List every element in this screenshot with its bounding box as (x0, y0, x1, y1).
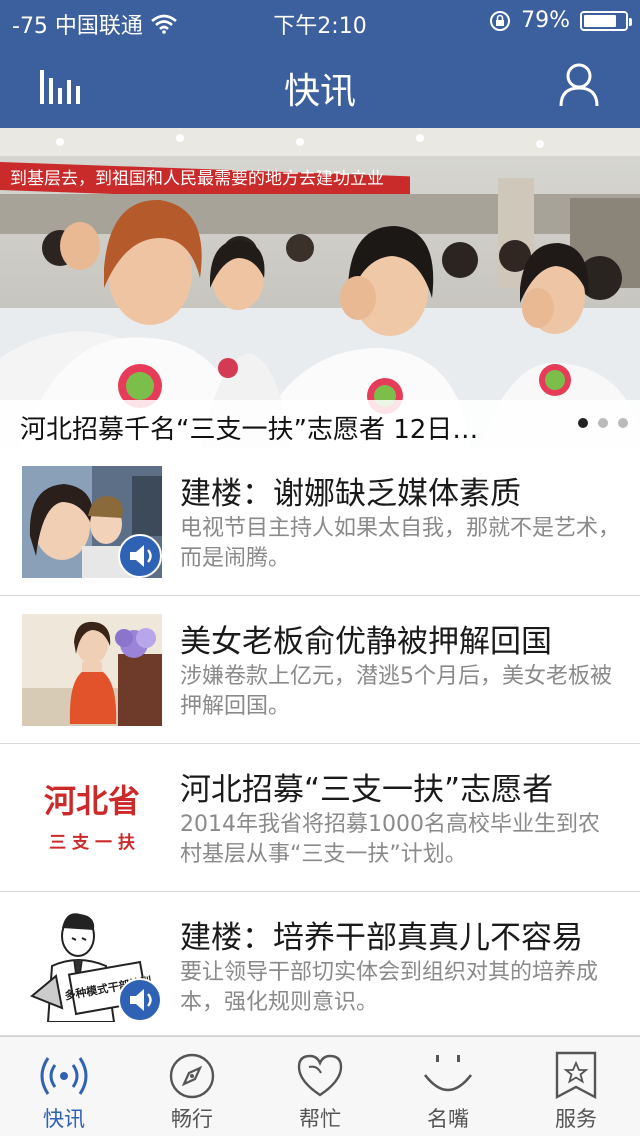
page-dot[interactable] (618, 418, 628, 428)
compass-icon (169, 1053, 215, 1099)
audio-badge[interactable] (118, 534, 162, 578)
tab-fuwu[interactable]: 服务 (512, 1037, 640, 1136)
page-dot[interactable] (578, 418, 588, 428)
news-item[interactable]: 建楼：谢娜缺乏媒体素质 电视节目主持人如果太自我，那就不是艺术，而是闹腾。 (0, 448, 640, 596)
banner-slogan: 到基层去，到祖国和人民最需要的地方去建功立业 (10, 169, 384, 189)
rotation-lock-icon (490, 10, 511, 31)
banner-caption[interactable]: 河北招募千名“三支一扶”志愿者 12日… (20, 409, 478, 446)
news-summary: 电视节目主持人如果太自我，那就不是艺术，而是闹腾。 (180, 516, 621, 571)
page-indicator (578, 418, 628, 428)
tab-kuaixun[interactable]: 快讯 (0, 1037, 128, 1136)
tab-label: 快讯 (43, 1107, 85, 1131)
audio-badge[interactable] (118, 978, 162, 1022)
tab-label: 名嘴 (427, 1107, 469, 1131)
star-bookmark-icon (555, 1051, 597, 1099)
news-title: 建楼：培养干部真真儿不容易 (180, 920, 583, 956)
news-summary: 涉嫌卷款上亿元，潜逃5个月后，美女老板被押解回国。 (180, 664, 612, 719)
tab-bangmang[interactable]: 帮忙 (256, 1037, 384, 1136)
news-thumbnail (22, 466, 162, 578)
news-summary: 要让领导干部切实体会到组织对其的培养成本，强化规则意识。 (180, 960, 599, 1015)
broadcast-icon (40, 1057, 88, 1095)
page-title: 快讯 (283, 71, 356, 112)
news-title: 美女老板俞优静被押解回国 (180, 624, 552, 660)
news-item[interactable]: 河北省 三 支 一 扶 河北招募“三支一扶”志愿者 2014年我省将招募1000… (0, 744, 640, 892)
heart-icon (297, 1054, 343, 1097)
battery-icon (580, 10, 632, 31)
news-list: 建楼：谢娜缺乏媒体素质 电视节目主持人如果太自我，那就不是艺术，而是闹腾。 美女… (0, 448, 640, 1036)
tab-label: 服务 (555, 1107, 597, 1131)
news-summary: 2014年我省将招募1000名高校毕业生到农村基层从事“三支一扶”计划。 (180, 812, 600, 867)
battery-percent: 79% (521, 8, 570, 33)
thumb-logo-subtext: 三 支 一 扶 (49, 832, 135, 853)
news-thumbnail: 多种模式干部培训 (22, 910, 162, 1022)
thumb-logo-text: 河北省 (44, 782, 140, 820)
tab-changxing[interactable]: 畅行 (128, 1037, 256, 1136)
news-thumbnail: 河北省 三 支 一 扶 (22, 762, 162, 874)
nav-bar: 快讯 (0, 40, 640, 128)
speaker-icon (130, 545, 152, 567)
banner-carousel[interactable]: 到基层去，到祖国和人民最需要的地方去建功立业 河北招募千名“三支一扶”志愿者 1… (0, 128, 640, 448)
news-thumbnail (22, 614, 162, 726)
news-item[interactable]: 美女老板俞优静被押解回国 涉嫌卷款上亿元，潜逃5个月后，美女老板被押解回国。 (0, 596, 640, 744)
page-dot[interactable] (598, 418, 608, 428)
news-item[interactable]: 多种模式干部培训 建楼：培养干部真真儿不容易 要让领导干部切实体会到组织对其的培… (0, 892, 640, 1036)
user-icon[interactable] (558, 62, 600, 108)
tab-bar: 快讯 畅行 帮忙 名嘴 服务 (0, 1036, 640, 1136)
tab-label: 畅行 (171, 1107, 213, 1131)
news-title: 河北招募“三支一扶”志愿者 (180, 772, 554, 808)
tab-mingzui[interactable]: 名嘴 (384, 1037, 512, 1136)
tab-label: 帮忙 (299, 1107, 341, 1131)
smile-icon (423, 1055, 473, 1092)
news-title: 建楼：谢娜缺乏媒体素质 (180, 476, 521, 512)
banner-caption-bar[interactable]: 河北招募千名“三支一扶”志愿者 12日… (0, 400, 640, 448)
speaker-icon (130, 989, 152, 1011)
status-bar: -75 中国联通 下午2:10 79% (0, 0, 640, 40)
